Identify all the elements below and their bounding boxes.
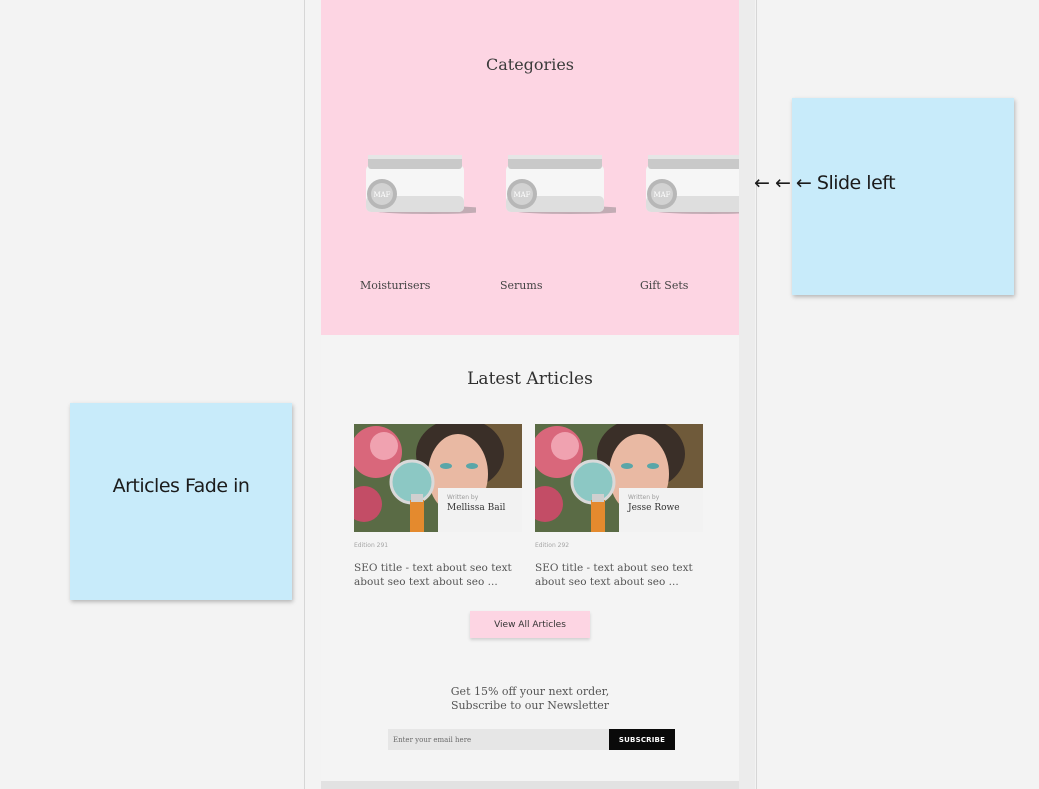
summary-line: about seo text about seo ... [535, 576, 679, 588]
category-moisturisers[interactable]: MAF Moisturisers [356, 140, 476, 295]
author-name: Mellissa Bail [447, 503, 506, 513]
category-serums[interactable]: MAF Serums [496, 140, 616, 295]
guide-line-right [756, 0, 757, 789]
jar-image: MAF [646, 155, 739, 214]
category-label: Gift Sets [640, 279, 689, 292]
article-card[interactable]: Written by Jesse Rowe Edition 292 SEO ti… [535, 424, 703, 589]
edition-label: Edition 292 [535, 542, 570, 549]
edition-label: Edition 291 [354, 542, 389, 549]
categories-section: Categories MAF Moisturisers MAF Serums M… [321, 0, 739, 335]
article-summary: SEO title - text about seo text about se… [535, 561, 703, 589]
article-summary: SEO title - text about seo text about se… [354, 561, 522, 589]
newsletter-line: Subscribe to our Newsletter [450, 699, 610, 712]
jar-label: MAF [513, 191, 530, 199]
newsletter-text: Get 15% off your next order, Subscribe t… [321, 685, 739, 713]
view-all-articles-button[interactable]: View All Articles [470, 611, 590, 638]
annotation-note-slide [792, 98, 1014, 295]
summary-line: SEO title - text about seo text [535, 562, 693, 574]
guide-line-left [304, 0, 305, 789]
article-image: Written by Jesse Rowe [535, 424, 703, 532]
article-card[interactable]: Written by Mellissa Bail Edition 291 SEO… [354, 424, 522, 589]
category-label: Serums [500, 279, 543, 292]
jar-label: MAF [373, 191, 390, 199]
latest-articles-title: Latest Articles [467, 369, 593, 389]
jar-image: MAF [366, 155, 476, 214]
category-gift-sets[interactable]: MAF Gift Sets [636, 140, 739, 295]
categories-title: Categories [486, 55, 574, 74]
category-label: Moisturisers [360, 279, 431, 292]
jar-label: MAF [653, 191, 670, 199]
newsletter-line: Get 15% off your next order, [450, 685, 610, 698]
written-by-label: Written by [628, 494, 660, 501]
author-box: Written by Mellissa Bail [438, 488, 522, 532]
mobile-page-frame: Categories MAF Moisturisers MAF Serums M… [321, 0, 755, 789]
written-by-label: Written by [447, 494, 479, 501]
summary-line: about seo text about seo ... [354, 576, 498, 588]
article-image: Written by Mellissa Bail [354, 424, 522, 532]
scroll-gutter [739, 0, 755, 789]
subscribe-button[interactable]: SUBSCRIBE [609, 729, 675, 750]
jar-image: MAF [506, 155, 616, 214]
annotation-text: Articles Fade in [112, 475, 250, 497]
author-name: Jesse Rowe [628, 503, 680, 513]
summary-line: SEO title - text about seo text [354, 562, 512, 574]
footer-strip [321, 781, 739, 789]
email-field[interactable] [388, 729, 609, 750]
slide-left-annotation: ← ← ← Slide left [754, 172, 896, 194]
annotation-note-fade: Articles Fade in [70, 403, 292, 600]
author-box: Written by Jesse Rowe [619, 488, 703, 532]
